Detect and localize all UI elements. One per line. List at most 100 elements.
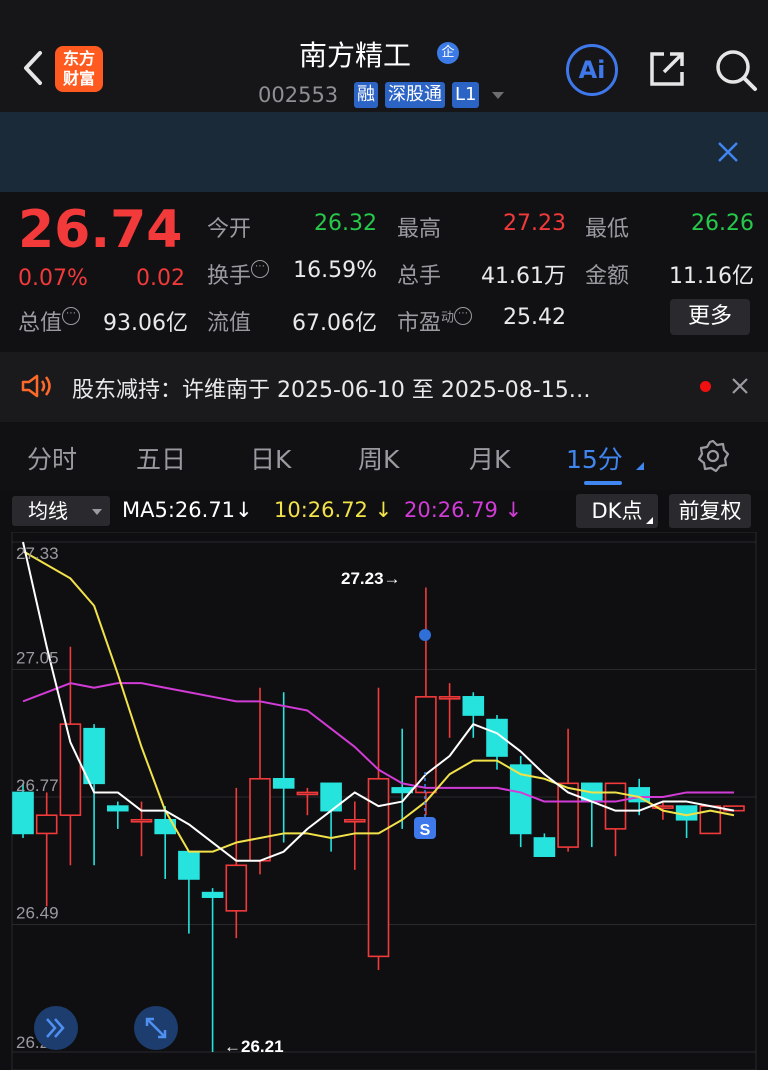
sell-marker-label: S: [420, 822, 431, 839]
candle-body: [130, 818, 153, 823]
candle-body: [272, 777, 295, 789]
candle[interactable]: [225, 787, 248, 939]
candle-body: [296, 791, 319, 796]
candle-body: [343, 818, 366, 823]
kline-chart[interactable]: 27.3327.0526.7726.4926.21 27.23→ ←26.21 …: [0, 532, 768, 1070]
info-icon[interactable]: ⋯: [62, 307, 81, 325]
connect-tag[interactable]: 深股通: [385, 82, 445, 108]
candle[interactable]: [272, 692, 295, 843]
indicator-select-label: 均线: [28, 499, 68, 523]
candle[interactable]: [533, 833, 556, 857]
amount-label: 金额: [585, 264, 630, 289]
pe-label-text: 市盈: [397, 311, 442, 336]
y-tick-label: 27.33: [16, 544, 59, 563]
turnover-label-text: 换手: [207, 264, 252, 289]
logo-text-top: 东方: [62, 49, 95, 68]
low-value: 26.26: [691, 211, 754, 236]
stock-code: 002553: [258, 83, 339, 107]
close-icon[interactable]: [713, 137, 743, 167]
candle[interactable]: [154, 806, 176, 879]
dk-point-label: DK点: [591, 499, 643, 523]
more-button[interactable]: 更多: [670, 299, 750, 335]
amount-value: 11.16亿: [669, 264, 754, 289]
candle-body: [83, 727, 105, 785]
candle-body: [35, 814, 58, 835]
tab-monthly-k[interactable]: 月K: [469, 440, 510, 476]
caret-down-icon[interactable]: [492, 92, 504, 99]
forward-adjust-button[interactable]: 前复权: [669, 494, 751, 528]
tab-intraday[interactable]: 分时: [27, 440, 77, 476]
ad-banner[interactable]: [0, 112, 768, 192]
open-value: 26.32: [314, 211, 377, 236]
candle-body: [225, 864, 248, 912]
fullscreen-icon[interactable]: [134, 1006, 178, 1050]
speaker-icon: [21, 374, 51, 398]
volume-value: 41.61万: [481, 264, 566, 289]
candle[interactable]: [675, 805, 698, 838]
candle[interactable]: [35, 792, 58, 907]
candle-body: [462, 696, 485, 716]
low-label: 最低: [585, 217, 630, 242]
candle[interactable]: [462, 692, 485, 738]
ai-assistant-button[interactable]: Ai: [566, 44, 618, 96]
y-tick-label: 26.77: [16, 776, 59, 795]
total-cap-label-text: 总值: [18, 311, 63, 336]
y-tick-label: 27.05: [16, 649, 59, 668]
enterprise-badge: 企: [437, 42, 459, 64]
candle[interactable]: [249, 687, 271, 875]
candle[interactable]: [320, 782, 342, 852]
indicator-select[interactable]: 均线: [12, 496, 110, 526]
ma20-readout: 20:26.79 ↓: [404, 498, 523, 522]
margin-tag[interactable]: 融: [354, 82, 378, 108]
low-annotation: ←26.21: [224, 1037, 284, 1056]
expand-right-button[interactable]: [34, 1006, 78, 1050]
chevron-down-icon: [92, 509, 102, 515]
open-label: 今开: [207, 217, 252, 242]
candle[interactable]: [83, 724, 105, 866]
back-arrow-icon[interactable]: [18, 48, 48, 88]
candle[interactable]: [178, 850, 200, 934]
candle-body: [391, 787, 414, 794]
dk-point-button[interactable]: DK点: [576, 494, 658, 528]
app-logo: 东方 财富: [55, 46, 103, 92]
total-cap-value: 93.06亿: [103, 311, 188, 336]
candle[interactable]: [438, 683, 461, 738]
level-tag[interactable]: L1: [452, 82, 480, 108]
candle[interactable]: [201, 888, 224, 1052]
last-price: 26.74: [18, 200, 183, 260]
candle-body: [533, 837, 556, 857]
candle-body: [107, 805, 129, 812]
float-cap-value: 67.06亿: [292, 311, 377, 336]
pe-label: 市盈动 ⋯: [397, 305, 473, 337]
change-percent: 0.07%: [18, 266, 88, 291]
settings-icon[interactable]: [694, 437, 732, 475]
candle-body: [320, 782, 342, 812]
tab-weekly-k[interactable]: 周K: [358, 440, 399, 476]
candle-body: [59, 723, 82, 817]
close-icon[interactable]: [730, 376, 750, 396]
y-tick-label: 26.49: [16, 904, 59, 923]
candle-body: [438, 696, 461, 700]
candle[interactable]: [107, 801, 129, 829]
unread-dot: [700, 381, 711, 392]
tab-15-minute[interactable]: 15分: [566, 440, 623, 476]
search-icon[interactable]: [714, 48, 758, 92]
volume-label: 总手: [397, 264, 442, 289]
turnover-value: 16.59%: [293, 258, 377, 283]
candle-body: [12, 791, 34, 835]
tab-five-day[interactable]: 五日: [136, 440, 186, 476]
share-icon[interactable]: [646, 48, 688, 90]
logo-text-bottom: 财富: [62, 69, 95, 88]
stock-name[interactable]: 南方精工: [250, 34, 460, 74]
corner-triangle-icon: [646, 517, 653, 524]
info-icon[interactable]: ⋯: [251, 260, 270, 278]
candle[interactable]: [296, 787, 319, 816]
notice-text[interactable]: 股东减持：许维南于 2025-06-10 至 2025-08-15…: [72, 372, 591, 404]
ma5-readout: MA5:26.71↓: [122, 498, 253, 522]
active-tab-indicator: [584, 481, 622, 485]
candle-body: [415, 696, 437, 794]
high-value: 27.23: [503, 211, 566, 236]
high-label: 最高: [397, 217, 442, 242]
tab-daily-k[interactable]: 日K: [250, 440, 291, 476]
candle-body: [604, 782, 627, 830]
